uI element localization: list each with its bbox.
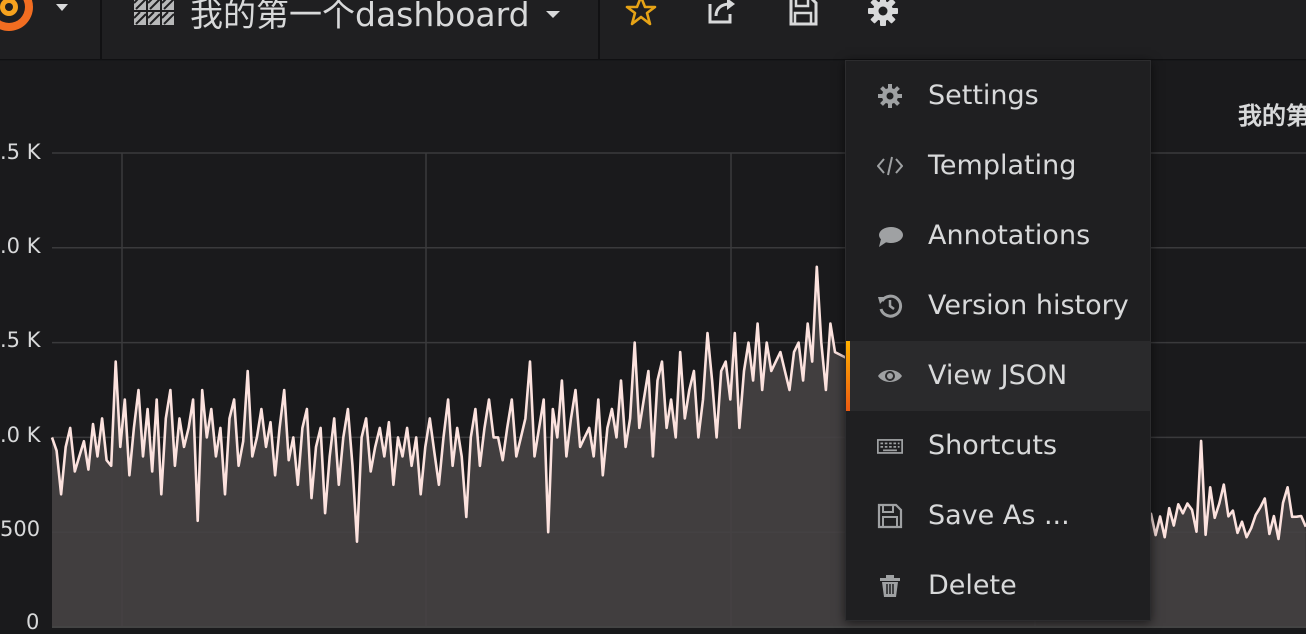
menu-item-label: Save As ... (928, 500, 1070, 531)
navbar: 我的第一个dashboard (0, 0, 1306, 60)
chevron-down-icon[interactable] (545, 10, 560, 18)
menu-item-templating[interactable]: Templating (846, 131, 1150, 201)
dashboard-title[interactable]: 我的第一个dashboard (190, 0, 530, 36)
menu-item-label: Annotations (928, 220, 1091, 251)
menu-item-view-json[interactable]: View JSON (846, 341, 1150, 411)
grafana-logo-icon[interactable] (0, 0, 36, 34)
y-tick-label: 500 (0, 517, 41, 541)
code-icon (877, 156, 903, 176)
dashboard-picker[interactable]: 我的第一个dashboard (134, 0, 560, 34)
trash-icon (880, 575, 900, 597)
menu-item-save-as[interactable]: Save As ... (846, 481, 1150, 551)
menu-item-label: Shortcuts (928, 430, 1058, 461)
eye-icon (878, 370, 902, 382)
menu-item-delete[interactable]: Delete (846, 551, 1150, 621)
menu-item-label: Templating (928, 150, 1077, 181)
dashboard-grid-icon (134, 0, 174, 25)
panel-title[interactable]: 我的第 (1238, 96, 1306, 131)
save-icon (877, 503, 903, 529)
gear-icon (878, 84, 902, 108)
dashboard-settings-menu: Settings Templating Annotations Version … (845, 60, 1151, 621)
nav-divider (598, 0, 600, 60)
menu-item-label: Settings (928, 80, 1039, 111)
chevron-down-icon[interactable] (56, 4, 68, 11)
menu-item-settings[interactable]: Settings (846, 61, 1150, 131)
keyboard-icon (877, 439, 903, 454)
y-tick-label: .0 K (0, 423, 41, 447)
menu-item-version-history[interactable]: Version history (846, 271, 1150, 341)
y-tick-label: .0 K (0, 234, 41, 258)
y-tick-label: 0 (26, 610, 40, 634)
gear-icon[interactable] (866, 0, 900, 28)
comment-icon (879, 227, 903, 247)
save-icon[interactable] (786, 0, 820, 28)
star-icon[interactable] (624, 0, 658, 28)
nav-divider (100, 0, 102, 60)
y-tick-label: .5 K (0, 140, 41, 164)
menu-item-label: View JSON (928, 360, 1068, 391)
menu-item-annotations[interactable]: Annotations (846, 201, 1150, 271)
menu-item-label: Version history (928, 290, 1129, 321)
menu-item-label: Delete (928, 570, 1017, 601)
menu-item-shortcuts[interactable]: Shortcuts (846, 411, 1150, 481)
y-tick-label: .5 K (0, 328, 41, 352)
history-icon (878, 294, 903, 318)
share-icon[interactable] (704, 0, 738, 28)
